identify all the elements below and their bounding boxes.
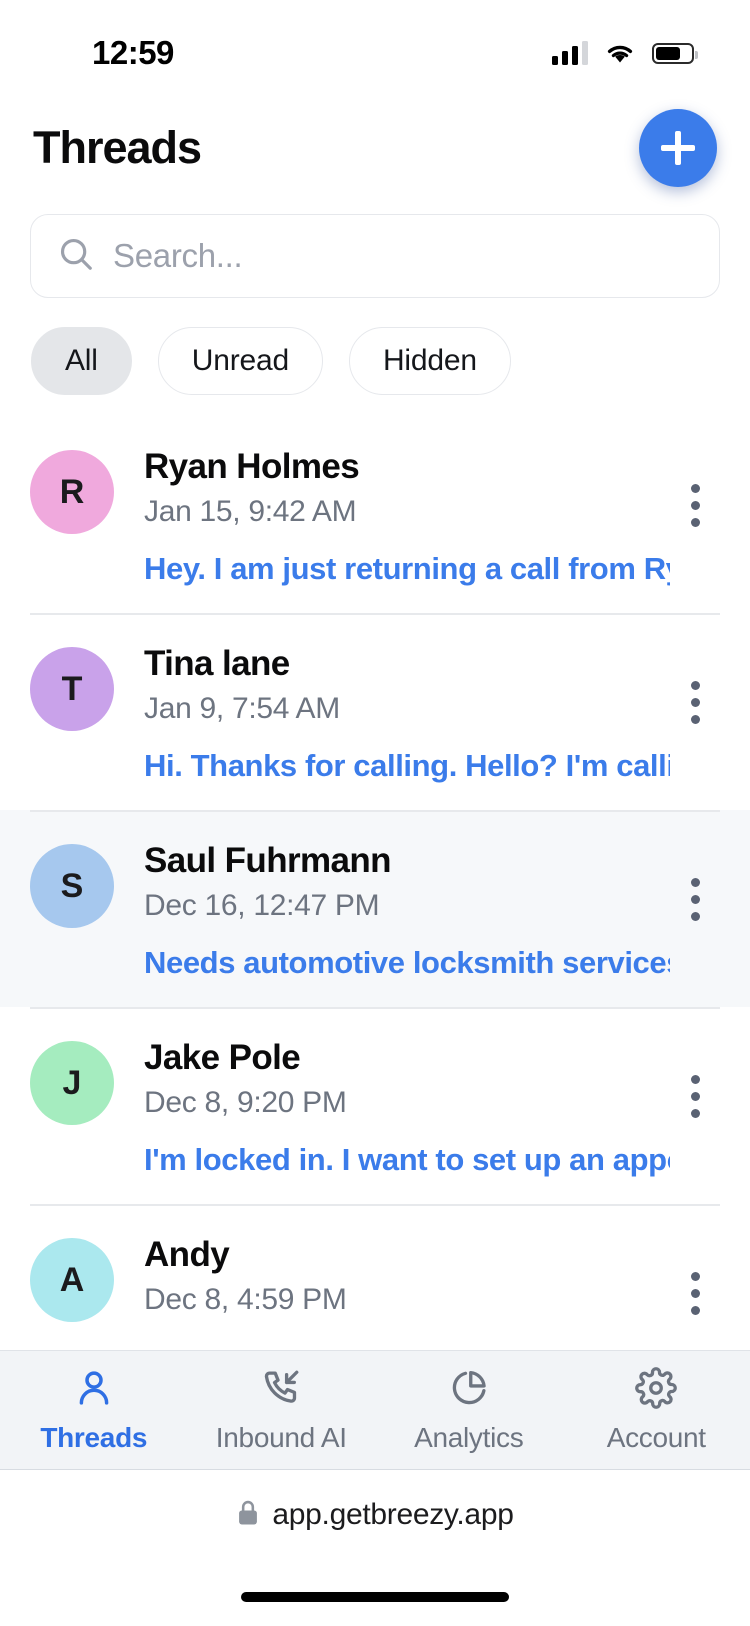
filter-chip-hidden[interactable]: Hidden: [348, 327, 511, 395]
filter-chip-all[interactable]: All: [31, 327, 132, 395]
thread-options-button[interactable]: [670, 1037, 720, 1118]
nav-tab-account-label: Account: [606, 1421, 706, 1453]
thread-preview-text: Hey. I am just returning a call from Rya…: [144, 551, 670, 586]
filter-chip-all-label: All: [65, 344, 98, 377]
thread-list-item[interactable]: R Ryan Holmes Jan 15, 9:42 AM Hey. I am …: [0, 416, 750, 613]
thread-timestamp: Jan 15, 9:42 AM: [144, 495, 357, 528]
lock-icon: [236, 1499, 260, 1532]
compose-new-thread-button[interactable]: [639, 109, 717, 187]
filter-chip-hidden-label: Hidden: [382, 344, 477, 377]
page-header: Threads: [0, 96, 750, 200]
thread-contact-name: Jake Pole: [144, 1038, 301, 1077]
nav-tab-inbound-ai-label: Inbound AI: [215, 1421, 347, 1453]
nav-tab-threads-label: Threads: [40, 1421, 148, 1453]
filter-chip-unread[interactable]: Unread: [157, 327, 323, 395]
nav-tab-analytics-label: Analytics: [414, 1421, 524, 1453]
thread-timestamp: Dec 8, 4:59 PM: [144, 1283, 347, 1316]
thread-content: Ryan Holmes Jan 15, 9:42 AM Hey. I am ju…: [144, 446, 670, 587]
thread-timestamp: Dec 16, 12:47 PM: [144, 889, 380, 922]
thread-content: Saul Fuhrmann Dec 16, 12:47 PM Needs aut…: [144, 840, 670, 981]
thread-options-button[interactable]: [670, 1234, 720, 1315]
person-icon: [73, 1367, 115, 1414]
phone-incoming-icon: [260, 1367, 302, 1414]
wifi-icon: [604, 41, 636, 65]
nav-tab-analytics[interactable]: Analytics: [375, 1367, 563, 1454]
thread-preview-text: I'm locked in. I want to set up an appoi…: [144, 1142, 670, 1177]
avatar: R: [30, 450, 114, 534]
thread-preview-text: Needs automotive locksmith services: [144, 945, 670, 980]
thread-contact-name: Ryan Holmes: [144, 447, 360, 486]
search-placeholder: Search...: [113, 237, 243, 274]
search-section: Search...: [0, 200, 750, 298]
status-bar-indicators: [552, 41, 698, 65]
thread-options-button[interactable]: [670, 643, 720, 724]
thread-list-item[interactable]: T Tina lane Jan 9, 7:54 AM Hi. Thanks fo…: [0, 613, 750, 810]
thread-content: Andy Dec 8, 4:59 PM: [144, 1234, 670, 1317]
thread-list-item[interactable]: S Saul Fuhrmann Dec 16, 12:47 PM Needs a…: [0, 810, 750, 1007]
url-text: app.getbreezy.app: [272, 1498, 514, 1531]
plus-icon: [661, 131, 695, 165]
signal-bars-icon: [552, 41, 588, 65]
battery-icon: [652, 42, 698, 64]
page-title: Threads: [33, 122, 202, 173]
thread-contact-name: Saul Fuhrmann: [144, 841, 392, 880]
nav-tab-account[interactable]: Account: [563, 1366, 750, 1454]
thread-content: Jake Pole Dec 8, 9:20 PM I'm locked in. …: [144, 1037, 670, 1178]
browser-address-bar[interactable]: app.getbreezy.app: [0, 1470, 750, 1626]
search-icon: [57, 235, 95, 278]
thread-list-item[interactable]: A Andy Dec 8, 4:59 PM: [0, 1204, 750, 1348]
thread-list: R Ryan Holmes Jan 15, 9:42 AM Hey. I am …: [0, 416, 750, 1348]
thread-timestamp: Jan 9, 7:54 AM: [144, 692, 340, 725]
thread-options-button[interactable]: [670, 840, 720, 921]
home-indicator[interactable]: [241, 1592, 509, 1602]
avatar: S: [30, 844, 114, 928]
thread-content: Tina lane Jan 9, 7:54 AM Hi. Thanks for …: [144, 643, 670, 784]
avatar: J: [30, 1041, 114, 1125]
thread-contact-name: Tina lane: [144, 644, 290, 683]
avatar: A: [30, 1238, 114, 1322]
status-bar-time: 12:59: [92, 34, 174, 71]
filter-chip-unread-label: Unread: [191, 344, 289, 377]
nav-tab-inbound-ai[interactable]: Inbound AI: [188, 1367, 376, 1454]
filter-chips: All Unread Hidden: [0, 298, 750, 395]
thread-preview-text: Hi. Thanks for calling. Hello? I'm calli…: [144, 748, 670, 783]
thread-contact-name: Andy: [144, 1235, 230, 1274]
bottom-navigation: Threads Inbound AI Analytics Account: [0, 1350, 750, 1470]
gear-icon: [635, 1366, 678, 1414]
thread-timestamp: Dec 8, 9:20 PM: [144, 1086, 347, 1119]
status-bar: 12:59: [0, 0, 750, 96]
thread-options-button[interactable]: [670, 446, 720, 527]
nav-tab-threads[interactable]: Threads: [0, 1367, 188, 1454]
thread-list-item[interactable]: J Jake Pole Dec 8, 9:20 PM I'm locked in…: [0, 1007, 750, 1204]
avatar: T: [30, 647, 114, 731]
pie-chart-icon: [448, 1367, 490, 1414]
search-input[interactable]: Search...: [30, 214, 720, 298]
url-row[interactable]: app.getbreezy.app: [236, 1498, 514, 1532]
